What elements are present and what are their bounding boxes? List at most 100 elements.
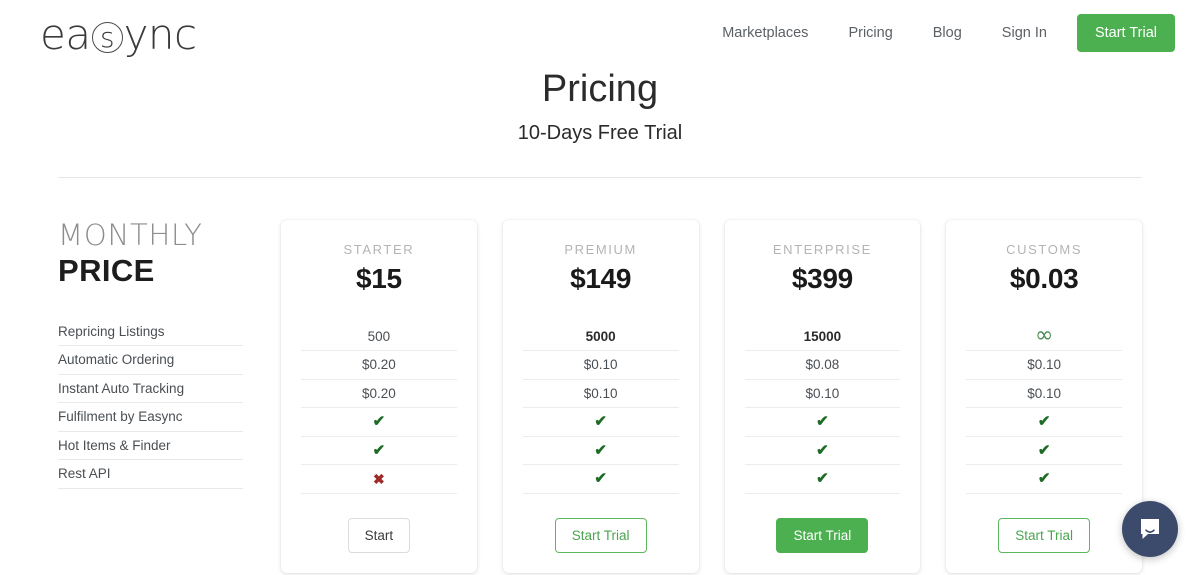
plan-value: $0.20 — [362, 386, 396, 401]
plan-value-row: ✔ — [966, 408, 1122, 437]
plan-value: 5000 — [586, 329, 616, 344]
plan-value-row: 5000 — [523, 323, 679, 352]
plan-action: Start Trial — [966, 494, 1122, 553]
nav-item-blog[interactable]: Blog — [913, 25, 982, 41]
features-list: Repricing Listings Automatic Ordering Inst… — [58, 318, 243, 489]
logo-circle-s-icon: s — [92, 22, 123, 53]
plan-price: $399 — [745, 263, 901, 295]
plan-name: STARTER — [301, 242, 457, 257]
plan-value-row: $0.10 — [966, 380, 1122, 409]
plan-action: Start — [301, 494, 457, 553]
plan-value: $0.10 — [584, 357, 618, 372]
plan-cta-button[interactable]: Start Trial — [555, 518, 647, 553]
infinity-icon: ∞ — [1035, 325, 1053, 347]
feature-row: Hot Items & Finder — [58, 432, 243, 461]
plan-value: $0.10 — [584, 386, 618, 401]
header-start-trial-button[interactable]: Start Trial — [1077, 14, 1175, 52]
logo-text-pre: ea — [40, 14, 91, 56]
plan-value-row: ✔ — [523, 408, 679, 437]
plan-action: Start Trial — [745, 494, 901, 553]
feature-label: Automatic Ordering — [58, 352, 174, 367]
logo-text-post: ync — [124, 14, 197, 56]
plan-cta-button[interactable]: Start — [348, 518, 411, 553]
plan-value: $0.20 — [362, 357, 396, 372]
feature-row: Instant Auto Tracking — [58, 375, 243, 404]
feature-label: Repricing Listings — [58, 324, 165, 339]
check-icon: ✔ — [594, 414, 607, 429]
plan-values: 500 $0.20 $0.20 ✔ ✔ ✖ — [301, 323, 457, 494]
feature-row: Rest API — [58, 460, 243, 489]
chat-bubble-icon — [1137, 516, 1163, 542]
plan-value-row: ✔ — [523, 437, 679, 466]
plan-name: CUSTOMS — [966, 242, 1122, 257]
check-icon: ✔ — [816, 471, 829, 486]
plan-value: $0.10 — [1027, 357, 1061, 372]
plan-value-row: $0.10 — [966, 351, 1122, 380]
plan-action: Start Trial — [523, 494, 679, 553]
check-icon: ✔ — [373, 443, 386, 458]
plan-price: $149 — [523, 263, 679, 295]
features-heading-price: PRICE — [58, 255, 243, 286]
plan-card: PREMIUM $149 5000 $0.10 $0.10 ✔ ✔ ✔ Start Trial — [503, 220, 699, 573]
page-title: Pricing — [0, 66, 1200, 114]
features-heading: MONTHLY PRICE — [58, 221, 243, 286]
check-icon: ✔ — [594, 471, 607, 486]
plan-value: 500 — [368, 329, 391, 344]
plan-values: 15000 $0.08 $0.10 ✔ ✔ ✔ — [745, 323, 901, 494]
plan-name: ENTERPRISE — [745, 242, 901, 257]
plan-value-row: ✔ — [966, 437, 1122, 466]
plan-card: CUSTOMS $0.03 ∞ $0.10 $0.10 ✔ ✔ ✔ Start Trial — [946, 220, 1142, 573]
plan-values: ∞ $0.10 $0.10 ✔ ✔ ✔ — [966, 323, 1122, 494]
site-header: ea s ync Marketplaces Pricing Blog Sign … — [0, 0, 1200, 66]
plan-value-row: ✔ — [301, 408, 457, 437]
plan-value-row: $0.20 — [301, 380, 457, 409]
plan-value-row: ✔ — [966, 465, 1122, 494]
features-column: MONTHLY PRICE Repricing Listings Automati… — [58, 220, 243, 489]
feature-row: Repricing Listings — [58, 318, 243, 347]
check-icon: ✔ — [816, 414, 829, 429]
plan-cta-button[interactable]: Start Trial — [998, 518, 1090, 553]
feature-label: Instant Auto Tracking — [58, 381, 184, 396]
plan-value-row: $0.10 — [745, 380, 901, 409]
plan-value-row: $0.10 — [523, 351, 679, 380]
nav-item-pricing[interactable]: Pricing — [828, 25, 912, 41]
check-icon: ✔ — [1038, 471, 1051, 486]
features-heading-monthly: MONTHLY — [58, 221, 243, 250]
logo-easync[interactable]: ea s ync — [40, 14, 197, 56]
pricing-section: MONTHLY PRICE Repricing Listings Automati… — [0, 178, 1200, 573]
plan-value-row: 500 — [301, 323, 457, 352]
plan-value-row: ✔ — [523, 465, 679, 494]
plan-value: 15000 — [804, 329, 842, 344]
check-icon: ✔ — [1038, 414, 1051, 429]
plan-value-row: 15000 — [745, 323, 901, 352]
feature-row: Fulfilment by Easync — [58, 403, 243, 432]
feature-row: Automatic Ordering — [58, 346, 243, 375]
plan-value: $0.10 — [805, 386, 839, 401]
plan-value-row: ∞ — [966, 323, 1122, 352]
plan-price: $0.03 — [966, 263, 1122, 295]
feature-label: Fulfilment by Easync — [58, 409, 183, 424]
nav-item-marketplaces[interactable]: Marketplaces — [702, 25, 828, 41]
check-icon: ✔ — [816, 443, 829, 458]
plan-card: ENTERPRISE $399 15000 $0.08 $0.10 ✔ ✔ ✔ Start Tr… — [725, 220, 921, 573]
plan-card: STARTER$15500$0.20$0.20✔✔✖Start — [281, 220, 477, 573]
nav-item-sign-in[interactable]: Sign In — [982, 25, 1067, 41]
hero-section: Pricing 10-Days Free Trial — [0, 66, 1200, 145]
plan-value-row: ✔ — [745, 437, 901, 466]
plan-value-row: $0.08 — [745, 351, 901, 380]
chat-launcher-button[interactable] — [1122, 501, 1178, 557]
plan-cards: STARTER$15500$0.20$0.20✔✔✖StartPREMIUM$1… — [243, 220, 1142, 573]
feature-label: Hot Items & Finder — [58, 438, 171, 453]
check-icon: ✔ — [1038, 443, 1051, 458]
cross-icon: ✖ — [373, 472, 385, 486]
plan-cta-button[interactable]: Start Trial — [776, 518, 868, 553]
page-subtitle: 10-Days Free Trial — [0, 122, 1200, 145]
plan-value-row: $0.20 — [301, 351, 457, 380]
plan-value-row: ✔ — [301, 437, 457, 466]
plan-name: PREMIUM — [523, 242, 679, 257]
plan-value: $0.10 — [1027, 386, 1061, 401]
plan-value-row: ✖ — [301, 465, 457, 494]
main-nav: Marketplaces Pricing Blog Sign In Start … — [702, 14, 1175, 52]
check-icon: ✔ — [594, 443, 607, 458]
feature-label: Rest API — [58, 466, 111, 481]
